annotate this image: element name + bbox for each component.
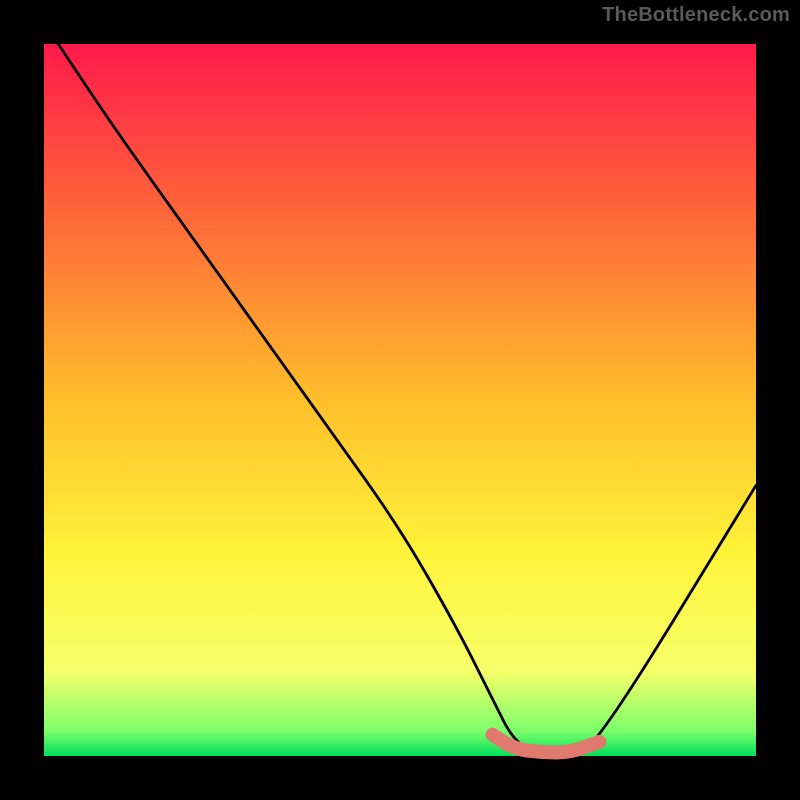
watermark-text: TheBottleneck.com <box>602 4 790 27</box>
chart-frame: TheBottleneck.com <box>0 0 800 800</box>
plot-background <box>44 44 756 756</box>
chart-svg <box>0 0 800 800</box>
